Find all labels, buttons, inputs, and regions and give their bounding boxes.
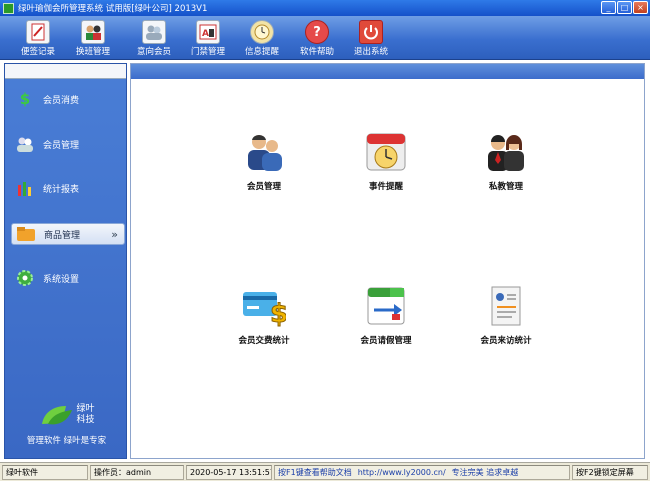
tile-label: 会员管理 — [246, 182, 281, 192]
window-controls: _ □ × — [601, 1, 648, 14]
folder-icon — [16, 224, 36, 244]
status-lock-hint: 按F2键锁定屏幕 — [572, 464, 648, 480]
toolbar-shift-button[interactable]: 换班管理 — [65, 19, 121, 59]
status-url[interactable]: http://www.ly2000.cn/ — [358, 466, 446, 479]
tile-trainer-management[interactable]: 私教管理 — [451, 130, 561, 192]
card-payment-icon: $ — [243, 292, 289, 330]
leave-calendar-icon — [367, 287, 405, 325]
toolbar-access-button[interactable]: A 门禁管理 — [180, 19, 236, 59]
prospect-member-icon — [142, 20, 166, 44]
tile-visit-statistics[interactable]: 会员来访统计 — [451, 284, 561, 346]
app-icon — [3, 2, 14, 14]
tile-member-management[interactable]: 会员管理 — [209, 130, 319, 192]
gear-icon — [15, 268, 35, 288]
toolbar-label: 意向会员 — [136, 47, 171, 57]
sidebar-item-label: 会员管理 — [43, 140, 80, 151]
visit-report-icon — [491, 286, 521, 326]
logo-line2: 科技 — [76, 415, 95, 425]
members-icon — [248, 134, 282, 171]
sidebar-header — [5, 64, 126, 79]
calendar-clock-icon — [366, 133, 406, 171]
access-control-icon: A — [196, 20, 220, 44]
tile-label: 会员交费统计 — [238, 336, 290, 346]
tile-label: 私教管理 — [488, 182, 523, 192]
tile-label: 会员请假管理 — [360, 336, 412, 346]
minimize-button[interactable]: _ — [601, 1, 616, 14]
sidebar-item-goods-management[interactable]: 商品管理 » — [11, 223, 125, 245]
status-bar: 绿叶软件 操作员：admin 2020-05-17 13:51:57 按F1键查… — [0, 462, 650, 481]
window-title: 绿叶瑜伽会所管理系统 试用版[绿叶公司] 2013V1 — [18, 4, 208, 14]
sidebar-item-member-management[interactable]: 会员管理 — [11, 133, 125, 155]
leaf-logo-icon — [42, 406, 73, 425]
help-icon: ? — [305, 20, 329, 44]
tile-leave-management[interactable]: 会员请假管理 — [331, 284, 441, 346]
toolbar: 便签记录 换班管理 意向会员 A 门禁管理 信息提醒 ? 软件帮助 退出系统 — [0, 16, 650, 60]
sidebar-item-label: 会员消费 — [43, 95, 80, 106]
shift-users-icon — [81, 20, 105, 44]
toolbar-reminder-button[interactable]: 信息提醒 — [234, 19, 290, 59]
status-info: 按F1键查看帮助文档 http://www.ly2000.cn/ 专注完美 追求… — [274, 464, 570, 480]
maximize-button[interactable]: □ — [617, 1, 632, 14]
bar-chart-icon — [15, 178, 35, 198]
toolbar-prospect-button[interactable]: 意向会员 — [126, 19, 182, 59]
toolbar-label: 信息提醒 — [244, 47, 279, 57]
alarm-clock-icon — [250, 20, 274, 44]
toolbar-label: 门禁管理 — [190, 47, 225, 57]
svg-text:$: $ — [270, 299, 286, 328]
main-header — [131, 64, 644, 79]
tile-label: 会员来访统计 — [480, 336, 532, 346]
title-bar: 绿叶瑜伽会所管理系统 试用版[绿叶公司] 2013V1 _ □ × — [0, 0, 650, 16]
company-logo: 绿叶 科技 管理软件 绿叶是专家 — [5, 402, 128, 446]
toolbar-notes-button[interactable]: 便签记录 — [10, 19, 66, 59]
toolbar-label: 退出系统 — [353, 47, 388, 57]
toolbar-exit-button[interactable]: 退出系统 — [343, 19, 399, 59]
chevron-right-icon: » — [111, 227, 118, 241]
sidebar-item-label: 商品管理 — [44, 230, 81, 241]
status-help-hint: 按F1键查看帮助文档 — [278, 467, 352, 477]
status-datetime: 2020-05-17 13:51:57 — [186, 464, 272, 480]
logo-line1: 绿叶 — [76, 404, 95, 414]
dollar-icon: $ — [19, 90, 31, 108]
tile-event-reminder[interactable]: 事件提醒 — [331, 130, 441, 192]
main-panel: 会员管理 事件提醒 私教管理 $ 会员交费统计 会员请假管理 会员来访统计 — [130, 63, 645, 459]
trainer-icon — [488, 135, 524, 171]
toolbar-label: 软件帮助 — [299, 47, 334, 57]
status-motto: 专注完美 追求卓越 — [451, 467, 519, 477]
sidebar-item-label: 统计报表 — [43, 184, 80, 195]
sidebar-item-label: 系统设置 — [43, 274, 80, 285]
sidebar: $ 会员消费 会员管理 统计报表 商品管理 » 系统设置 绿叶 科技 管理软件 … — [4, 63, 127, 459]
svg-text:A: A — [202, 29, 209, 39]
notepad-icon — [26, 20, 50, 44]
close-button[interactable]: × — [633, 1, 648, 14]
tile-payment-statistics[interactable]: $ 会员交费统计 — [209, 284, 319, 346]
members-icon — [15, 134, 35, 154]
status-operator: 操作员：admin — [90, 464, 184, 480]
toolbar-label: 便签记录 — [20, 47, 55, 57]
tile-label: 事件提醒 — [368, 182, 403, 192]
toolbar-help-button[interactable]: ? 软件帮助 — [289, 19, 345, 59]
power-icon — [359, 20, 383, 44]
slogan: 管理软件 绿叶是专家 — [26, 436, 107, 446]
sidebar-item-system-settings[interactable]: 系统设置 — [11, 267, 125, 289]
status-company: 绿叶软件 — [2, 464, 88, 480]
toolbar-label: 换班管理 — [75, 47, 110, 57]
sidebar-item-statistics[interactable]: 统计报表 — [11, 177, 125, 199]
sidebar-item-member-consumption[interactable]: $ 会员消费 — [11, 88, 125, 110]
